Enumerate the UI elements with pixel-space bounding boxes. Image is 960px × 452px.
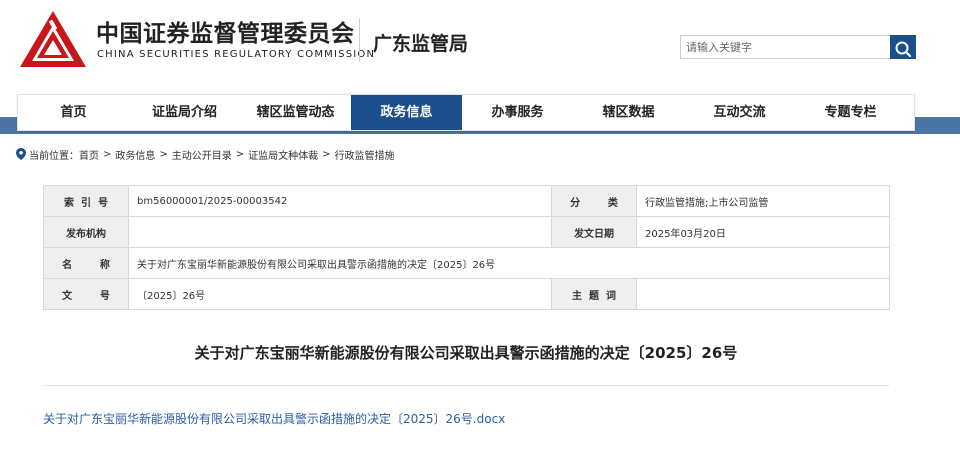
nav-item-home[interactable]: 首页 [18, 95, 129, 130]
region-title: 广东监管局 [373, 33, 469, 55]
search-input[interactable] [680, 35, 890, 59]
breadcrumb-separator: > [235, 148, 245, 160]
category-label: 分 类 [551, 185, 637, 217]
breadcrumb: 当前位置： 首页 > 政务信息 > 主动公开目录 > 证监局文种体裁 > 行政监… [16, 146, 395, 162]
site-header: 中国证券监督管理委员会 CHINA SECURITIES REGULATORY … [0, 0, 960, 92]
breadcrumb-government-info[interactable]: 政务信息 [115, 147, 155, 162]
docno-value: 〔2025〕26号 [128, 278, 552, 310]
nav-item-regulatory-news[interactable]: 辖区监管动态 [240, 95, 351, 130]
nav-item-services[interactable]: 办事服务 [462, 95, 573, 130]
table-row: 发布机构 发文日期 2025年03月20日 [43, 216, 890, 248]
search-button[interactable] [890, 35, 916, 59]
index-label: 索 引 号 [43, 185, 129, 217]
name-value: 关于对广东宝丽华新能源股份有限公司采取出具警示函措施的决定〔2025〕26号 [128, 247, 890, 279]
main-nav: 首页 证监局介绍 辖区监管动态 政务信息 办事服务 辖区数据 互动交流 专题专栏 [17, 94, 915, 131]
breadcrumb-disclosure-catalog[interactable]: 主动公开目录 [172, 147, 232, 162]
breadcrumb-admin-measures[interactable]: 行政监管措施 [335, 147, 395, 162]
attachment-link[interactable]: 关于对广东宝丽华新能源股份有限公司采取出具警示函措施的决定〔2025〕26号.d… [43, 410, 505, 427]
breadcrumb-home[interactable]: 首页 [79, 147, 99, 162]
location-pin-icon [16, 148, 26, 160]
document-title: 关于对广东宝丽华新能源股份有限公司采取出具警示函措施的决定〔2025〕26号 [194, 344, 738, 362]
index-value: bm56000001/2025-00003542 [128, 185, 552, 217]
breadcrumb-separator: > [159, 148, 168, 160]
date-value: 2025年03月20日 [636, 216, 890, 248]
nav-item-topics[interactable]: 专题专栏 [795, 95, 906, 130]
nav-item-region-data[interactable]: 辖区数据 [573, 95, 684, 130]
category-value: 行政监管措施;上市公司监管 [636, 185, 890, 217]
breadcrumb-separator: > [103, 148, 112, 160]
table-row: 索 引 号 bm56000001/2025-00003542 分 类 行政监管措… [43, 185, 890, 217]
content-card: 索 引 号 bm56000001/2025-00003542 分 类 行政监管措… [16, 171, 916, 452]
logo-chinese-name[interactable]: 中国证券监督管理委员会 [96, 14, 355, 48]
logo-divider [359, 18, 360, 62]
document-info-table: 索 引 号 bm56000001/2025-00003542 分 类 行政监管措… [43, 185, 890, 310]
nav-item-interaction[interactable]: 互动交流 [684, 95, 795, 130]
search-icon [895, 41, 912, 57]
breadcrumb-separator: > [322, 148, 331, 160]
nav-item-government-info[interactable]: 政务信息 [351, 95, 462, 130]
table-row: 名 称 关于对广东宝丽华新能源股份有限公司采取出具警示函措施的决定〔2025〕2… [43, 247, 890, 279]
publisher-value [128, 216, 552, 248]
title-divider [43, 385, 889, 386]
nav-item-about[interactable]: 证监局介绍 [129, 95, 240, 130]
csrc-logo-icon[interactable] [18, 9, 88, 69]
publisher-label: 发布机构 [43, 216, 129, 248]
subject-label: 主 题 词 [551, 278, 637, 310]
docno-label: 文 号 [43, 278, 129, 310]
table-row: 文 号 〔2025〕26号 主 题 词 [43, 278, 890, 310]
subject-value [636, 278, 890, 310]
breadcrumb-prefix: 当前位置： [29, 150, 79, 162]
logo-english-name[interactable]: CHINA SECURITIES REGULATORY COMMISSION [97, 49, 375, 60]
date-label: 发文日期 [551, 216, 637, 248]
breadcrumb-document-types[interactable]: 证监局文种体裁 [248, 147, 318, 162]
name-label: 名 称 [43, 247, 129, 279]
